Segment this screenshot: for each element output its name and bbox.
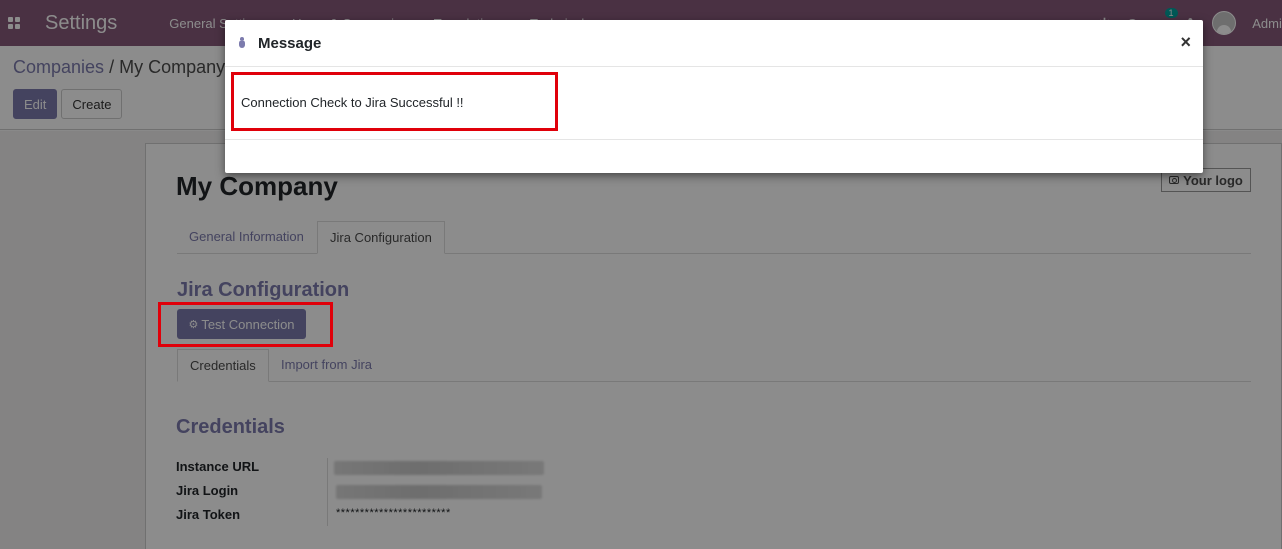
dialog-header: Message × xyxy=(225,20,1203,67)
dialog-title: Message xyxy=(258,34,322,52)
test-connection-highlight xyxy=(158,302,333,347)
close-icon[interactable]: × xyxy=(1180,32,1191,53)
bug-icon xyxy=(236,37,248,49)
message-highlight xyxy=(231,72,558,131)
